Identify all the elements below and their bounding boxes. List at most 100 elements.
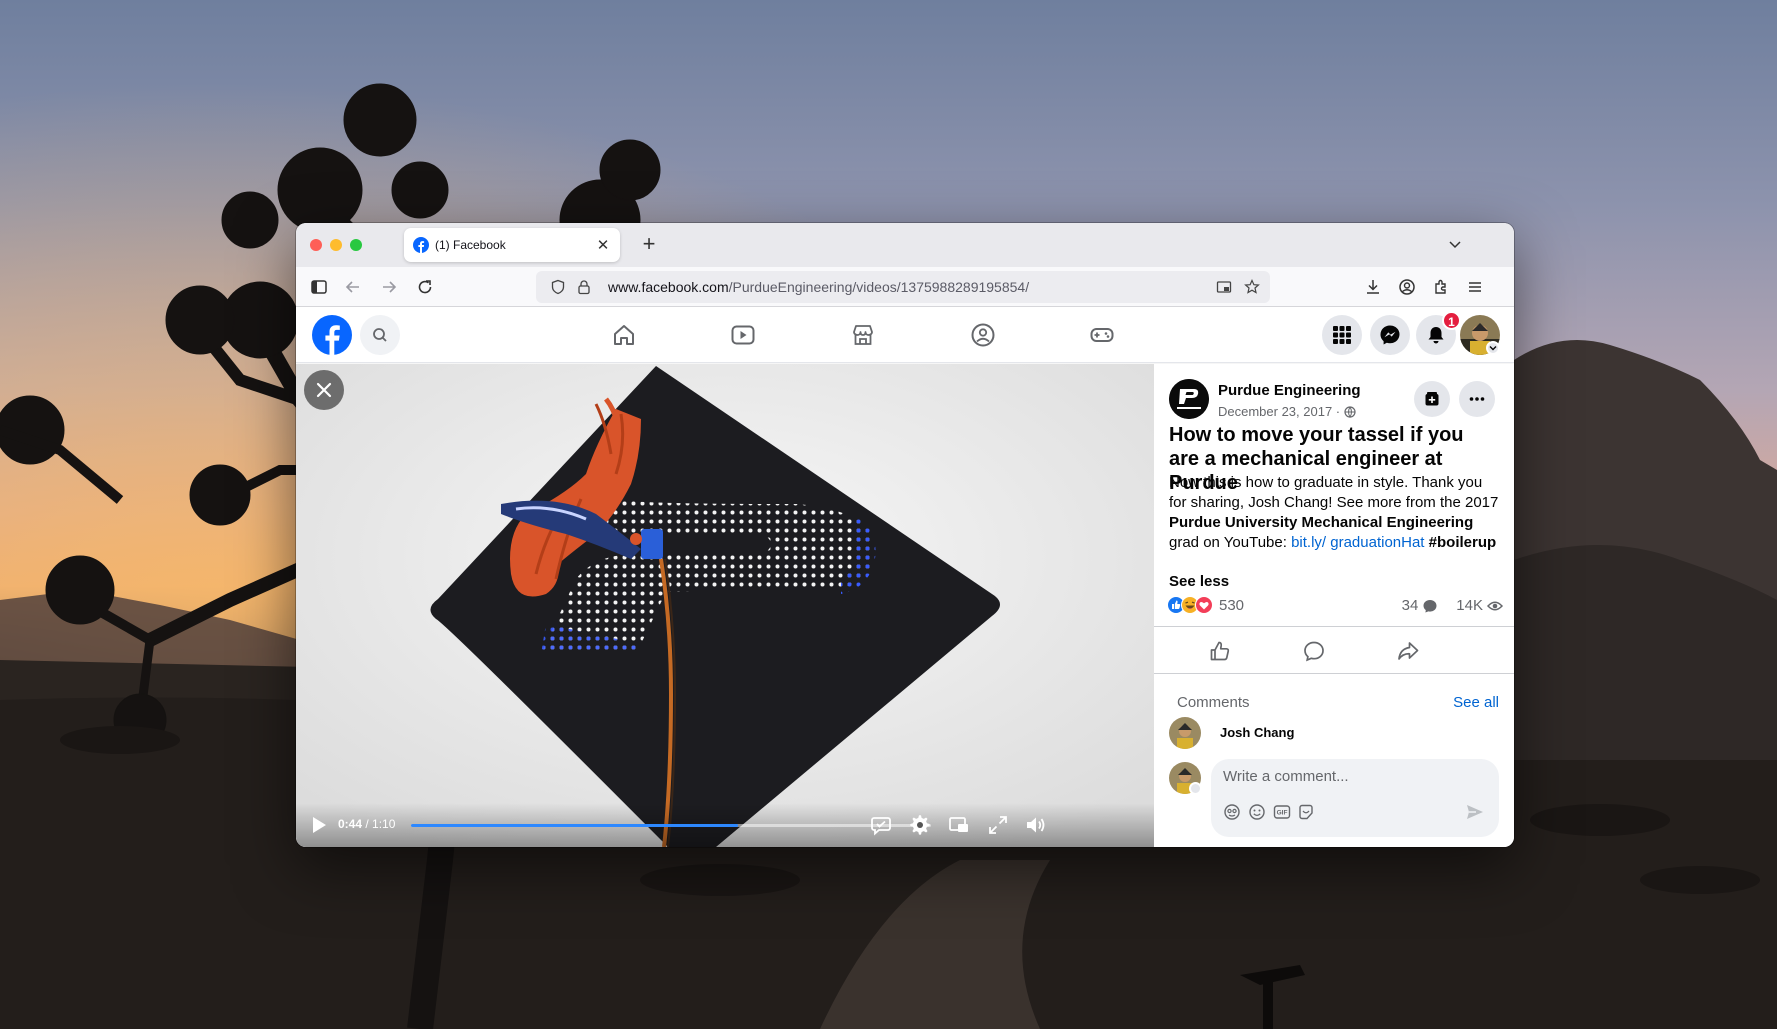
- avatar-sticker-icon[interactable]: [1223, 803, 1241, 821]
- video-controls: 0:44 / 1:10: [296, 803, 1154, 847]
- commenter-avatar[interactable]: [1169, 717, 1201, 749]
- messenger-button[interactable]: [1370, 315, 1410, 355]
- forward-arrow-icon[interactable]: [380, 278, 398, 296]
- like-button[interactable]: [1206, 637, 1234, 665]
- account-chevron-icon[interactable]: [1486, 341, 1500, 355]
- share-button[interactable]: [1394, 637, 1422, 665]
- post-body: Now this is how to graduate in style. Th…: [1169, 473, 1499, 553]
- notification-badge: 1: [1442, 311, 1461, 330]
- love-reaction-icon: [1195, 596, 1213, 614]
- window-close-button[interactable]: [310, 239, 322, 251]
- fullscreen-icon[interactable]: [987, 814, 1009, 836]
- comment-bubble-icon: [1423, 599, 1437, 612]
- sidebar-toggle-icon[interactable]: [310, 278, 328, 296]
- tab-facebook[interactable]: (1) Facebook ✕: [404, 228, 620, 262]
- menu-icon[interactable]: [1466, 278, 1484, 296]
- nav-marketplace[interactable]: [845, 317, 881, 353]
- commenter-name[interactable]: Josh Chang: [1220, 725, 1294, 740]
- home-icon: [614, 325, 634, 345]
- extensions-icon[interactable]: [1432, 278, 1450, 296]
- emoji-icon[interactable]: [1248, 803, 1266, 821]
- close-icon: [316, 382, 332, 398]
- hashtag-link[interactable]: #boilerup: [1424, 534, 1497, 551]
- download-icon[interactable]: [1364, 278, 1382, 296]
- eye-icon: [1487, 601, 1503, 610]
- thumbs-up-icon: [1210, 641, 1230, 661]
- save-post-button[interactable]: [1414, 381, 1450, 417]
- url-host: www.facebook.com: [608, 279, 729, 295]
- save-icon: [1425, 392, 1439, 406]
- volume-icon[interactable]: [1025, 814, 1047, 836]
- post-date-text[interactable]: December 23, 2017 ·: [1218, 404, 1340, 419]
- address-bar[interactable]: www.facebook.com/PurdueEngineering/video…: [536, 271, 1270, 303]
- gif-icon[interactable]: GIF: [1273, 803, 1291, 821]
- settings-gear-icon[interactable]: [909, 814, 931, 836]
- page-avatar[interactable]: [1169, 379, 1209, 419]
- comment-button[interactable]: [1300, 637, 1328, 665]
- see-all-comments-link[interactable]: See all: [1453, 694, 1499, 711]
- picture-in-picture-icon[interactable]: [1216, 279, 1232, 295]
- menu-button[interactable]: [1322, 315, 1362, 355]
- facebook-favicon-icon: [413, 237, 429, 253]
- groups-icon: [971, 323, 995, 347]
- tab-strip: (1) Facebook ✕ +: [296, 223, 1514, 267]
- comment-count[interactable]: 34: [1402, 597, 1419, 614]
- see-less-button[interactable]: See less: [1169, 573, 1229, 590]
- chevron-down-icon[interactable]: [1448, 237, 1462, 251]
- notifications-button[interactable]: 1: [1416, 311, 1461, 355]
- messenger-icon: [1380, 325, 1400, 345]
- post-stats: 34 14K: [1402, 597, 1503, 614]
- window-minimize-button[interactable]: [330, 239, 342, 251]
- bell-icon: [1428, 327, 1444, 344]
- share-icon: [1398, 642, 1419, 660]
- facebook-logo-icon[interactable]: [312, 315, 352, 355]
- play-icon[interactable]: [310, 815, 328, 835]
- svg-text:GIF: GIF: [1277, 810, 1288, 817]
- nav-groups[interactable]: [965, 317, 1001, 353]
- captions-icon[interactable]: [870, 814, 892, 836]
- purdue-logo-icon: [1169, 379, 1209, 419]
- more-dots-icon: [1469, 397, 1485, 401]
- external-link[interactable]: bit.ly/ graduationHat: [1291, 534, 1424, 551]
- video-progress-bar[interactable]: [411, 824, 931, 827]
- back-arrow-icon[interactable]: [344, 278, 362, 296]
- account-icon[interactable]: [1398, 278, 1416, 296]
- globe-icon: [1344, 405, 1356, 418]
- post-body-text-2: grad on YouTube:: [1169, 534, 1292, 551]
- reaction-count: 530: [1219, 596, 1245, 614]
- lock-icon[interactable]: [576, 279, 592, 295]
- window-zoom-button[interactable]: [350, 239, 362, 251]
- video-frame: [296, 364, 1154, 847]
- video-player[interactable]: 0:44 / 1:10: [296, 364, 1154, 847]
- post-details-panel: Purdue Engineering December 23, 2017 · H…: [1154, 364, 1514, 847]
- send-icon[interactable]: [1465, 802, 1485, 822]
- address-bar-actions: [1216, 279, 1260, 295]
- view-count: 14K: [1456, 597, 1483, 614]
- close-viewer-button[interactable]: [304, 370, 344, 410]
- nav-gaming[interactable]: [1084, 317, 1120, 353]
- video-time: 0:44 / 1:10: [338, 817, 395, 831]
- search-button[interactable]: [360, 315, 400, 355]
- nav-video[interactable]: [725, 317, 761, 353]
- tab-title: (1) Facebook: [435, 238, 506, 252]
- comment-input[interactable]: [1223, 768, 1473, 785]
- reload-icon[interactable]: [416, 278, 434, 296]
- mentioned-page-link[interactable]: Purdue University Mechanical Engineering: [1169, 514, 1473, 531]
- video-viewer: 0:44 / 1:10 Purdue Engineering December …: [296, 364, 1514, 847]
- my-avatar-chevron-icon[interactable]: [1189, 782, 1202, 795]
- new-tab-button[interactable]: +: [636, 232, 662, 256]
- sticker-icon[interactable]: [1297, 803, 1315, 821]
- tab-close-icon[interactable]: ✕: [595, 236, 611, 254]
- video-icon: [731, 325, 755, 345]
- browser-window: (1) Facebook ✕ + www.facebook.com/Purdue…: [296, 223, 1514, 847]
- bookmark-star-icon[interactable]: [1244, 279, 1260, 295]
- current-time: 0:44: [338, 817, 363, 831]
- more-options-button[interactable]: [1459, 381, 1495, 417]
- grid-menu-icon: [1333, 326, 1351, 344]
- nav-home[interactable]: [606, 317, 642, 353]
- page-name[interactable]: Purdue Engineering: [1218, 382, 1361, 399]
- pip-icon[interactable]: [948, 814, 970, 836]
- shield-icon[interactable]: [550, 279, 566, 295]
- reactions-summary[interactable]: 530: [1167, 596, 1244, 614]
- post-body-text-1: Now this is how to graduate in style. Th…: [1169, 474, 1499, 511]
